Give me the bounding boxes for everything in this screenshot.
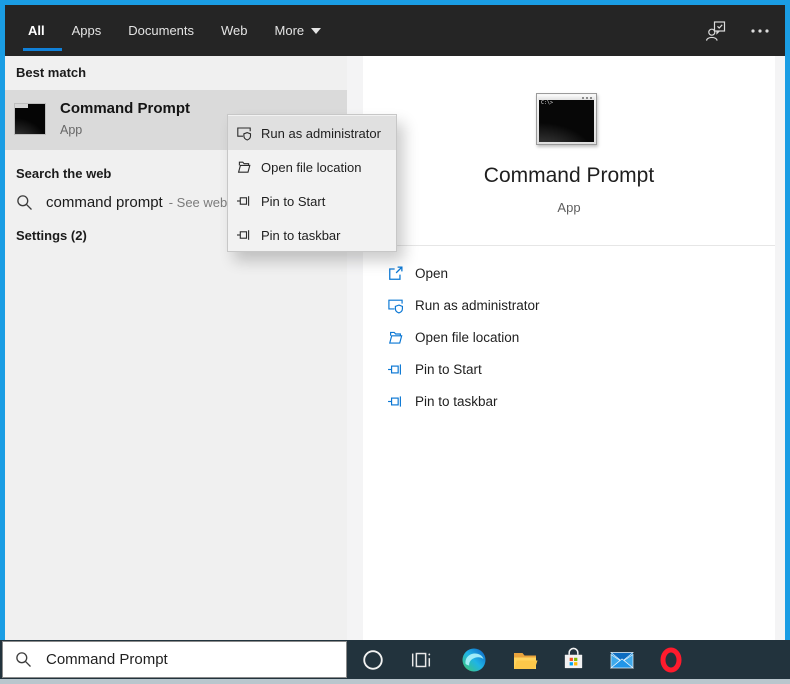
store-button[interactable] (551, 640, 595, 679)
context-menu-item-label: Run as administrator (261, 125, 381, 141)
action-label: Pin to Start (415, 361, 482, 377)
run-as-administrator-icon (237, 127, 252, 141)
preview-subtitle: App (557, 200, 581, 215)
context-menu-item-label: Open file location (261, 159, 362, 175)
run-as-administrator-icon (388, 299, 403, 314)
action-label: Open file location (415, 329, 520, 345)
pin-icon (237, 230, 250, 240)
opera-button[interactable] (649, 640, 693, 679)
chevron-down-icon (311, 27, 322, 34)
context-menu: Run as administrator Open file location … (227, 114, 397, 252)
action-label: Open (415, 265, 449, 281)
best-match-title: Command Prompt (60, 100, 191, 117)
open-icon (389, 265, 403, 280)
action-pin-to-taskbar[interactable]: Pin to taskbar (363, 389, 775, 413)
pin-icon (388, 363, 401, 375)
search-flyout-window: All Apps Documents Web More Best match C… (0, 0, 790, 684)
best-match-subtitle: App (60, 123, 83, 137)
active-tab-underline (23, 48, 62, 51)
context-menu-open-file-location[interactable]: Open file location (228, 150, 396, 184)
mail-button[interactable] (600, 640, 644, 679)
filter-tab-bar: All Apps Documents Web More (5, 5, 785, 56)
mail-icon (610, 651, 634, 669)
account-feedback-icon[interactable] (705, 20, 727, 42)
search-web-header: Search the web (16, 166, 112, 181)
pin-icon (237, 196, 250, 206)
pin-icon (388, 395, 401, 407)
web-query-suffix: - See web (168, 195, 228, 210)
tab-all[interactable]: All (28, 23, 45, 38)
window-controls-dots (582, 97, 593, 99)
taskbar-search-input[interactable]: Command Prompt (2, 641, 347, 678)
tab-apps[interactable]: Apps (72, 23, 102, 38)
cortana-icon (363, 649, 383, 670)
tab-more-label: More (274, 23, 305, 38)
search-icon (17, 195, 32, 210)
store-icon (564, 647, 582, 669)
action-pin-to-start[interactable]: Pin to Start (363, 357, 775, 381)
cmd-prompt-text: C:\> (541, 100, 554, 106)
settings-header: Settings (2) (16, 228, 87, 243)
context-menu-item-label: Pin to Start (261, 193, 326, 209)
action-open[interactable]: Open (363, 261, 775, 285)
file-explorer-icon (514, 652, 538, 669)
edge-icon (462, 648, 486, 671)
command-prompt-icon (14, 103, 46, 135)
tab-more[interactable]: More (275, 23, 322, 38)
action-run-as-administrator[interactable]: Run as administrator (363, 293, 775, 317)
edge-button[interactable] (452, 640, 496, 679)
ellipsis-icon[interactable] (749, 20, 771, 42)
web-query-text: command prompt (46, 194, 163, 211)
context-menu-run-as-administrator[interactable]: Run as administrator (228, 116, 396, 150)
context-menu-item-label: Pin to taskbar (261, 227, 341, 243)
action-label: Run as administrator (415, 297, 540, 313)
open-file-location-icon (237, 161, 251, 173)
preview-title: Command Prompt (483, 164, 655, 187)
context-menu-pin-to-start[interactable]: Pin to Start (228, 184, 396, 218)
opera-icon (660, 647, 682, 672)
file-explorer-button[interactable] (503, 640, 547, 679)
search-input-value: Command Prompt (46, 651, 168, 668)
context-menu-pin-to-taskbar[interactable]: Pin to taskbar (228, 218, 396, 252)
divider (375, 245, 775, 246)
preview-panel: C:\> Command Prompt App Open Run as admi… (363, 56, 775, 640)
open-file-location-icon (389, 331, 403, 344)
search-icon (16, 652, 31, 667)
best-match-header: Best match (16, 65, 87, 80)
filter-tabs: All Apps Documents Web More (28, 5, 322, 56)
task-view-icon (411, 652, 431, 667)
action-open-file-location[interactable]: Open file location (363, 325, 775, 349)
screen-bottom-strip (0, 679, 790, 684)
action-label: Pin to taskbar (415, 393, 498, 409)
cortana-button[interactable] (351, 640, 395, 679)
tab-documents[interactable]: Documents (128, 23, 194, 38)
tab-web[interactable]: Web (221, 23, 248, 38)
command-prompt-icon-large: C:\> (536, 93, 597, 145)
task-view-button[interactable] (399, 640, 443, 679)
